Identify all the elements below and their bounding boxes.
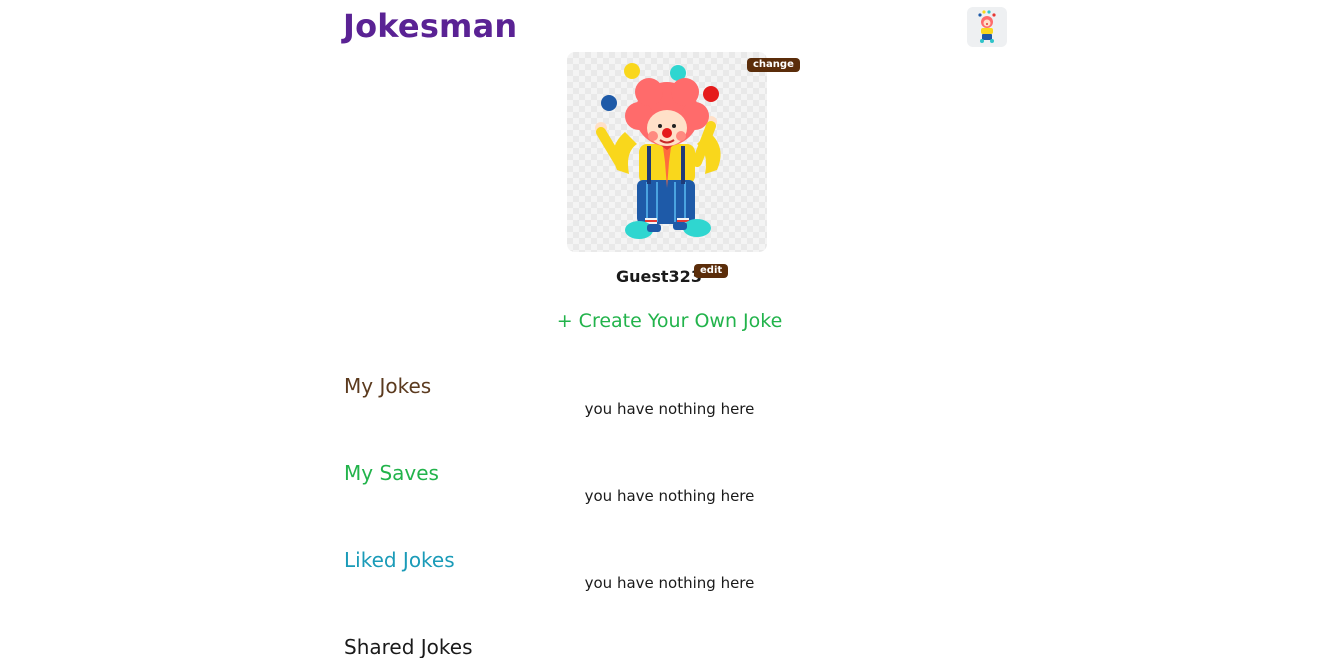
empty-state-liked-jokes: you have nothing here bbox=[584, 574, 755, 592]
section-title-my-saves: My Saves bbox=[344, 461, 439, 485]
username: Guest323 bbox=[616, 267, 702, 286]
change-picture-button[interactable]: change bbox=[747, 58, 800, 72]
clown-juggler-illustration bbox=[595, 63, 721, 239]
profile-picture bbox=[567, 52, 767, 252]
section-title-liked-jokes: Liked Jokes bbox=[344, 548, 455, 572]
profile-page: Jokesman change Guest323 edit + Create Y… bbox=[0, 0, 1339, 658]
section-title-shared-jokes: Shared Jokes bbox=[344, 635, 473, 658]
create-joke-link[interactable]: + Create Your Own Joke bbox=[0, 308, 1339, 334]
empty-state-my-saves: you have nothing here bbox=[584, 487, 755, 505]
brand-logo[interactable]: Jokesman bbox=[343, 4, 517, 48]
user-avatar-button[interactable] bbox=[967, 7, 1007, 47]
clown-avatar-icon bbox=[978, 10, 996, 43]
section-title-my-jokes: My Jokes bbox=[344, 374, 432, 398]
edit-username-button[interactable]: edit bbox=[694, 264, 729, 278]
empty-state-my-jokes: you have nothing here bbox=[584, 400, 755, 418]
